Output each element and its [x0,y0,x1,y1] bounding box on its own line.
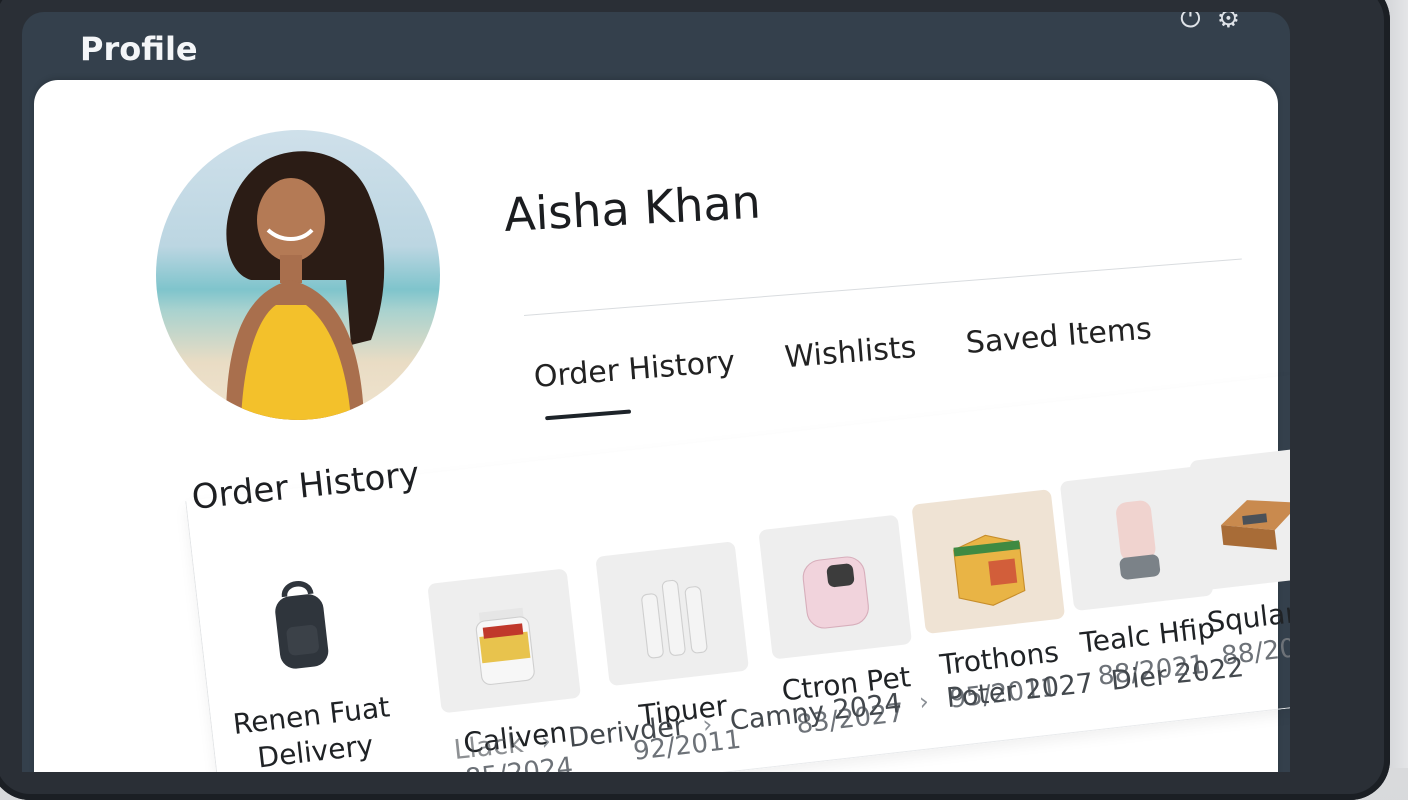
avatar [156,130,440,420]
order-item[interactable]: Renen Fuat Delivery [204,549,407,772]
user-settings-icon[interactable]: ⚙ [1217,12,1240,35]
header-divider [523,258,1242,316]
chevron-right-icon: › [917,687,931,717]
power-icon[interactable]: ⏻ [1180,12,1201,35]
order-thumb [758,514,913,660]
tab-order-history[interactable]: Order History [533,344,737,395]
jar-icon [475,607,535,685]
backpack-icon [275,581,329,669]
tab-saved-items[interactable]: Saved Items [965,311,1153,360]
kettle-icon [1116,500,1161,580]
order-thumb [224,551,378,696]
order-name: Squlance [1205,591,1290,640]
bottles-icon [641,579,708,659]
tab-wishlists[interactable]: Wishlists [783,330,917,375]
order-thumb [427,568,582,714]
wooden-box-icon [1221,500,1290,550]
pet-carrier-icon [802,556,869,629]
order-thumb [1189,446,1290,591]
topbar-actions: ⏻ ⚙ [1180,12,1240,35]
profile-name: Aisha Khan [502,174,762,242]
page-title: Profile [80,30,198,68]
order-name: Renen Fuat Delivery [231,690,392,772]
box-icon [953,534,1026,606]
profile-tabs: Order History Wishlists Saved Items [533,311,1153,394]
chevron-right-icon: › [539,726,553,756]
order-thumb [595,541,750,687]
order-thumb [911,489,1066,635]
chevron-right-icon: › [701,709,714,739]
app-screen: Profile ⏻ ⚙ Aisha Khan Order History Wis… [22,12,1290,772]
avatar-photo [226,151,385,420]
profile-card: Aisha Khan Order History Wishlists Saved… [34,80,1290,772]
